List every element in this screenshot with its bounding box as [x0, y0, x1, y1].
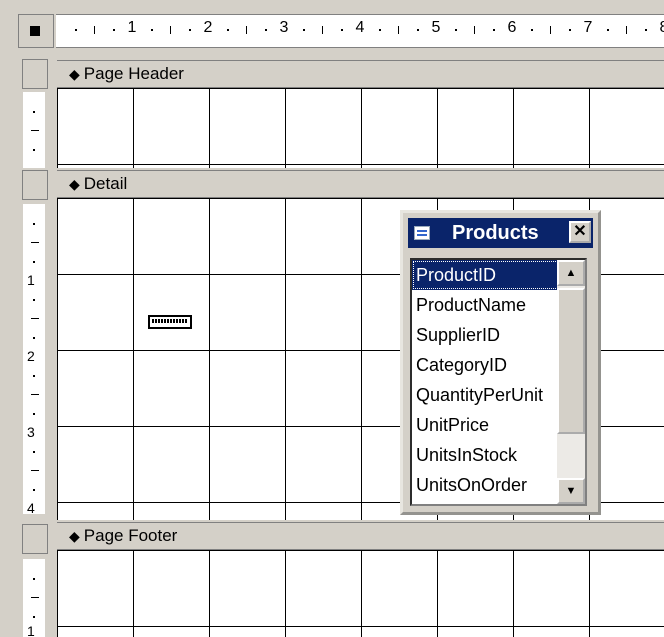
ruler-tick	[31, 394, 39, 395]
ruler-tick	[31, 318, 39, 319]
field-item[interactable]: SupplierID	[412, 320, 559, 350]
field-item[interactable]: UnitsInStock	[412, 440, 559, 470]
ruler-number: 4	[27, 500, 35, 514]
field-list-title: Products	[452, 222, 539, 244]
table-icon	[414, 226, 430, 240]
ruler-tick	[474, 26, 475, 34]
ruler-tick	[227, 29, 229, 31]
scroll-down-arrow-icon: ▼	[565, 485, 577, 497]
field-list-window[interactable]: Products ✕ ProductID ProductName SupplierI…	[400, 210, 601, 515]
ruler-tick	[151, 29, 153, 31]
ruler-tick	[455, 29, 457, 31]
field-listbox[interactable]: ProductID ProductName SupplierID CategoryID…	[410, 258, 587, 506]
text-box-control[interactable]	[148, 315, 192, 329]
ruler-tick	[303, 29, 305, 31]
scroll-up-button[interactable]: ▲	[557, 260, 585, 286]
report-selector-box-icon	[30, 26, 40, 36]
ruler-tick	[645, 29, 647, 31]
ruler-tick	[341, 29, 343, 31]
scroll-up-arrow-icon: ▲	[565, 267, 577, 279]
detail-label: Detail	[83, 174, 128, 193]
ruler-tick	[33, 489, 35, 491]
ruler-number: 5	[431, 19, 441, 36]
page-footer-label: Page Footer	[83, 526, 178, 545]
ruler-number: 3	[279, 19, 289, 36]
ruler-tick	[33, 299, 35, 301]
ruler-tick	[246, 26, 247, 34]
ruler-tick	[33, 261, 35, 263]
ruler-number: 2	[203, 19, 213, 36]
ruler-tick	[607, 29, 609, 31]
ruler-tick	[33, 616, 35, 618]
scroll-thumb[interactable]	[557, 288, 585, 434]
ruler-tick	[33, 578, 35, 580]
ruler-number: 2	[27, 348, 35, 364]
ruler-tick	[33, 149, 35, 151]
ruler-tick	[33, 413, 35, 415]
field-item[interactable]: UnitPrice	[412, 410, 559, 440]
ruler-tick	[493, 29, 495, 31]
detail-ruler: 1 2 3 4	[23, 204, 45, 514]
detail-section-selector[interactable]	[22, 170, 48, 200]
section-arrow-icon: ◆	[69, 66, 80, 82]
ruler-tick	[417, 29, 419, 31]
page-header-ruler	[23, 92, 45, 168]
ruler-tick	[33, 111, 35, 113]
ruler-tick	[33, 337, 35, 339]
ruler-tick	[31, 242, 39, 243]
section-arrow-icon: ◆	[69, 528, 80, 544]
detail-bar[interactable]: ◆ Detail	[57, 170, 664, 198]
ruler-tick	[75, 29, 77, 31]
field-item[interactable]: ProductID	[412, 260, 559, 290]
ruler-number: 4	[355, 19, 365, 36]
field-item[interactable]: ProductName	[412, 290, 559, 320]
ruler-number: 1	[127, 19, 137, 36]
page-footer-section[interactable]	[57, 550, 664, 637]
ruler-tick	[31, 470, 39, 471]
field-item[interactable]: QuantityPerUnit	[412, 380, 559, 410]
ruler-tick	[33, 223, 35, 225]
ruler-tick	[569, 29, 571, 31]
field-item[interactable]: UnitsOnOrder	[412, 470, 559, 500]
ruler-number: 8	[658, 19, 664, 37]
ruler-tick	[531, 29, 533, 31]
ruler-number: 1	[27, 272, 35, 288]
ruler-tick	[379, 29, 381, 31]
field-item[interactable]: CategoryID	[412, 350, 559, 380]
page-footer-section-selector[interactable]	[22, 524, 48, 554]
ruler-number: 1	[27, 623, 35, 637]
ruler-number: 7	[583, 19, 593, 36]
field-list-title-bar[interactable]: Products ✕	[408, 218, 593, 248]
ruler-tick	[322, 26, 323, 34]
horizontal-ruler[interactable]: 1 2 3 4 5 6 7 8	[56, 14, 664, 48]
ruler-tick	[170, 26, 171, 34]
ruler-number: 6	[507, 19, 517, 36]
page-footer-ruler: 1	[23, 559, 45, 637]
ruler-tick	[265, 29, 267, 31]
ruler-tick	[94, 26, 95, 34]
vertical-ruler[interactable]: 1 2 3 4 1	[18, 54, 54, 637]
page-header-label: Page Header	[83, 64, 184, 83]
page-header-bar[interactable]: ◆ Page Header	[57, 60, 664, 88]
section-arrow-icon: ◆	[69, 176, 80, 192]
close-button[interactable]: ✕	[569, 221, 591, 243]
page-header-section-selector[interactable]	[22, 59, 48, 89]
ruler-tick	[31, 130, 39, 131]
scroll-down-button[interactable]: ▼	[557, 478, 585, 504]
control-text	[152, 319, 188, 323]
ruler-tick	[550, 26, 551, 34]
ruler-tick	[31, 597, 39, 598]
ruler-tick	[113, 29, 115, 31]
ruler-tick	[33, 375, 35, 377]
ruler-number: 3	[27, 424, 35, 440]
field-list-scrollbar[interactable]: ▲ ▼	[557, 260, 585, 504]
ruler-tick	[33, 451, 35, 453]
page-header-section[interactable]	[57, 88, 664, 168]
ruler-tick	[189, 29, 191, 31]
page-footer-bar[interactable]: ◆ Page Footer	[57, 522, 664, 550]
ruler-tick	[626, 26, 627, 34]
ruler-tick	[398, 26, 399, 34]
close-icon: ✕	[573, 223, 587, 240]
